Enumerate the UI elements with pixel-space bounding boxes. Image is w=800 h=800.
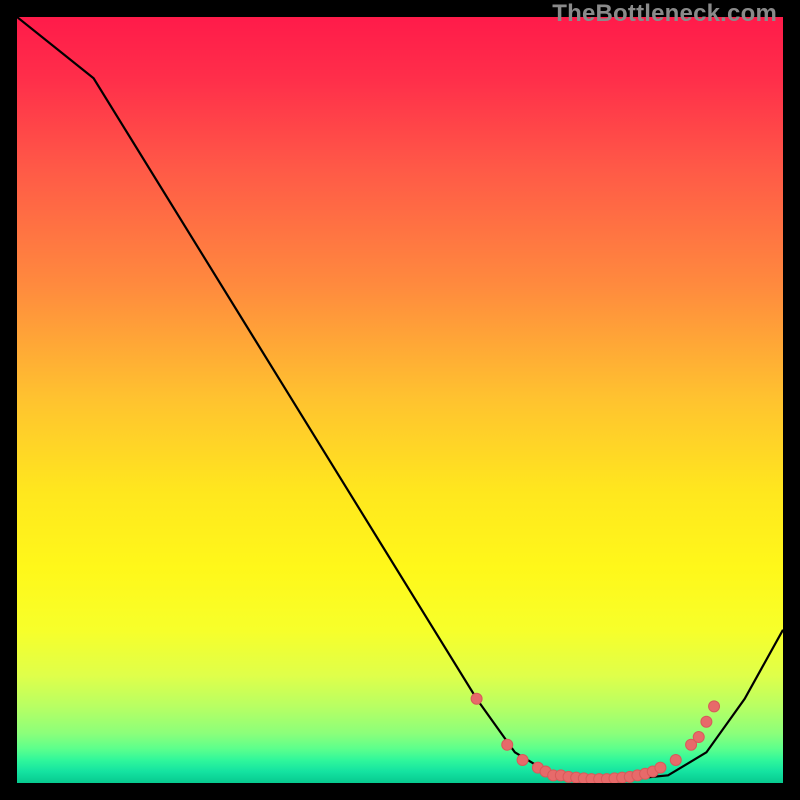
marker-dot — [701, 716, 712, 727]
marker-dot — [693, 732, 704, 743]
marker-dot — [670, 755, 681, 766]
chart-svg — [17, 17, 783, 783]
gradient-background — [17, 17, 783, 783]
watermark-text: TheBottleneck.com — [552, 0, 777, 28]
marker-dot — [517, 755, 528, 766]
outer-frame: TheBottleneck.com — [0, 0, 800, 800]
plot-area — [17, 17, 783, 783]
marker-dot — [709, 701, 720, 712]
marker-dot — [471, 693, 482, 704]
marker-dot — [655, 762, 666, 773]
marker-dot — [502, 739, 513, 750]
